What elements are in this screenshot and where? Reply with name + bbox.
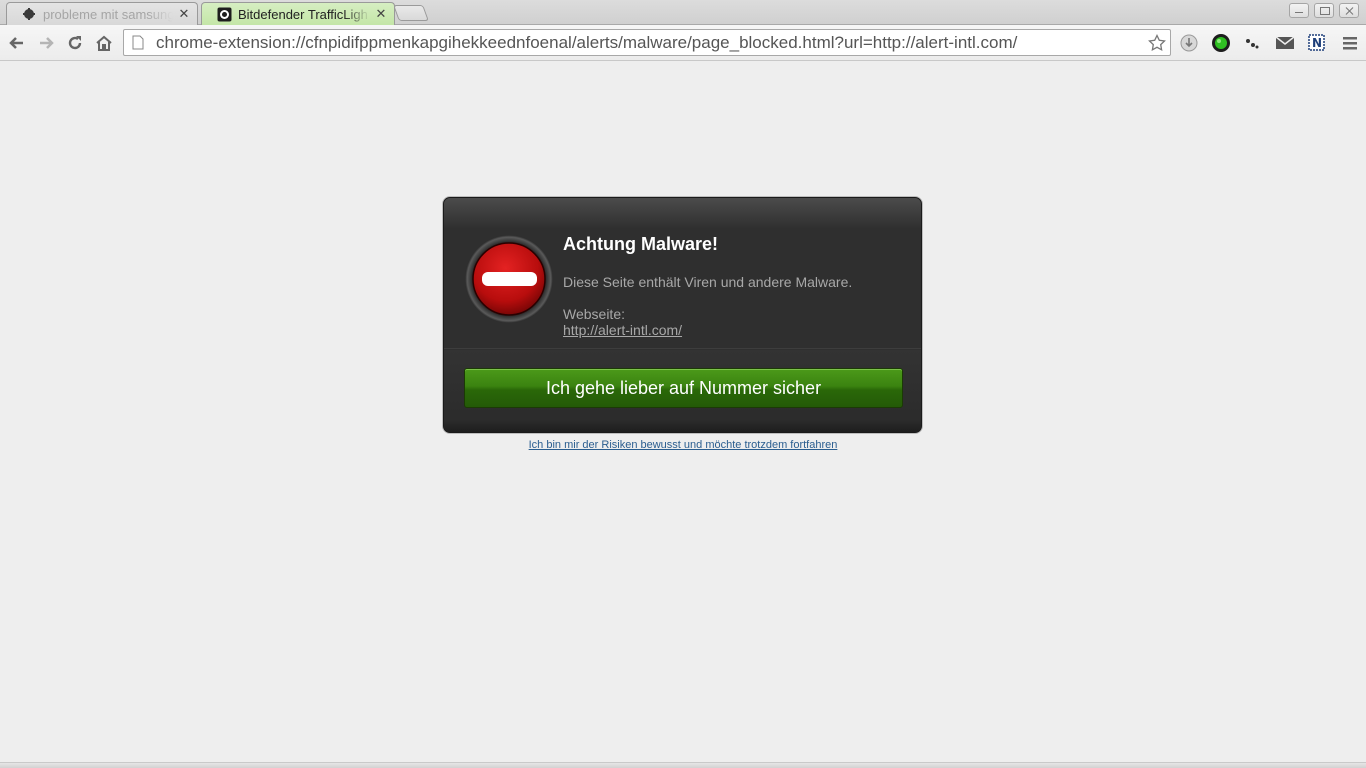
home-icon[interactable] bbox=[92, 31, 116, 55]
tab-title: Bitdefender TrafficLigh bbox=[238, 6, 368, 22]
website-url-link[interactable]: http://alert-intl.com/ bbox=[563, 322, 682, 338]
window-bottom-edge bbox=[0, 762, 1366, 768]
android-icon bbox=[21, 6, 37, 22]
dialog-bottom-shade bbox=[444, 420, 921, 432]
website-label: Webseite: bbox=[563, 306, 625, 322]
trafficlight-green-icon[interactable] bbox=[1209, 31, 1233, 55]
mail-icon[interactable] bbox=[1273, 31, 1297, 55]
window-close-button[interactable] bbox=[1339, 3, 1359, 18]
url-text[interactable]: chrome-extension://cfnpidifppmenkapgihek… bbox=[156, 33, 1170, 53]
tab-close-icon[interactable]: ✕ bbox=[177, 7, 191, 21]
stop-icon bbox=[463, 235, 555, 325]
tab-title: probleme mit samsung bbox=[43, 6, 173, 22]
tab-strip: probleme mit samsung ✕ Bitdefender Traff… bbox=[0, 0, 1366, 25]
svg-text:N: N bbox=[1312, 36, 1322, 50]
menu-icon[interactable] bbox=[1338, 31, 1362, 55]
n-extension-icon[interactable]: N bbox=[1305, 31, 1329, 55]
window-minimize-button[interactable] bbox=[1289, 3, 1309, 18]
go-back-safe-button[interactable]: Ich gehe lieber auf Nummer sicher bbox=[464, 368, 903, 408]
dialog-header bbox=[444, 198, 921, 228]
dialog-footer: Ich gehe lieber auf Nummer sicher bbox=[444, 350, 921, 432]
tab-samsung[interactable]: probleme mit samsung ✕ bbox=[6, 2, 198, 25]
malware-alert-dialog: Achtung Malware! Diese Seite enthält Vir… bbox=[443, 197, 922, 433]
star-icon[interactable] bbox=[1146, 32, 1168, 54]
reload-icon[interactable] bbox=[63, 31, 87, 55]
tab-bitdefender[interactable]: Bitdefender TrafficLigh ✕ bbox=[201, 2, 395, 25]
window-maximize-button[interactable] bbox=[1314, 3, 1334, 18]
bitdefender-icon bbox=[216, 6, 232, 22]
alert-message: Diese Seite enthält Viren und andere Mal… bbox=[563, 274, 853, 290]
forward-icon[interactable] bbox=[34, 31, 58, 55]
new-tab-button[interactable] bbox=[393, 5, 429, 21]
download-icon[interactable] bbox=[1177, 31, 1201, 55]
dialog-divider bbox=[444, 348, 921, 349]
page-icon bbox=[132, 35, 146, 51]
back-icon[interactable] bbox=[5, 31, 29, 55]
tab-close-icon[interactable]: ✕ bbox=[374, 7, 388, 21]
dots-icon[interactable] bbox=[1240, 31, 1264, 55]
alert-title: Achtung Malware! bbox=[563, 234, 719, 254]
address-bar[interactable]: chrome-extension://cfnpidifppmenkapgihek… bbox=[123, 29, 1171, 56]
proceed-anyway-link[interactable]: Ich bin mir der Risiken bewusst und möch… bbox=[0, 439, 1366, 451]
browser-toolbar: chrome-extension://cfnpidifppmenkapgihek… bbox=[0, 25, 1366, 61]
